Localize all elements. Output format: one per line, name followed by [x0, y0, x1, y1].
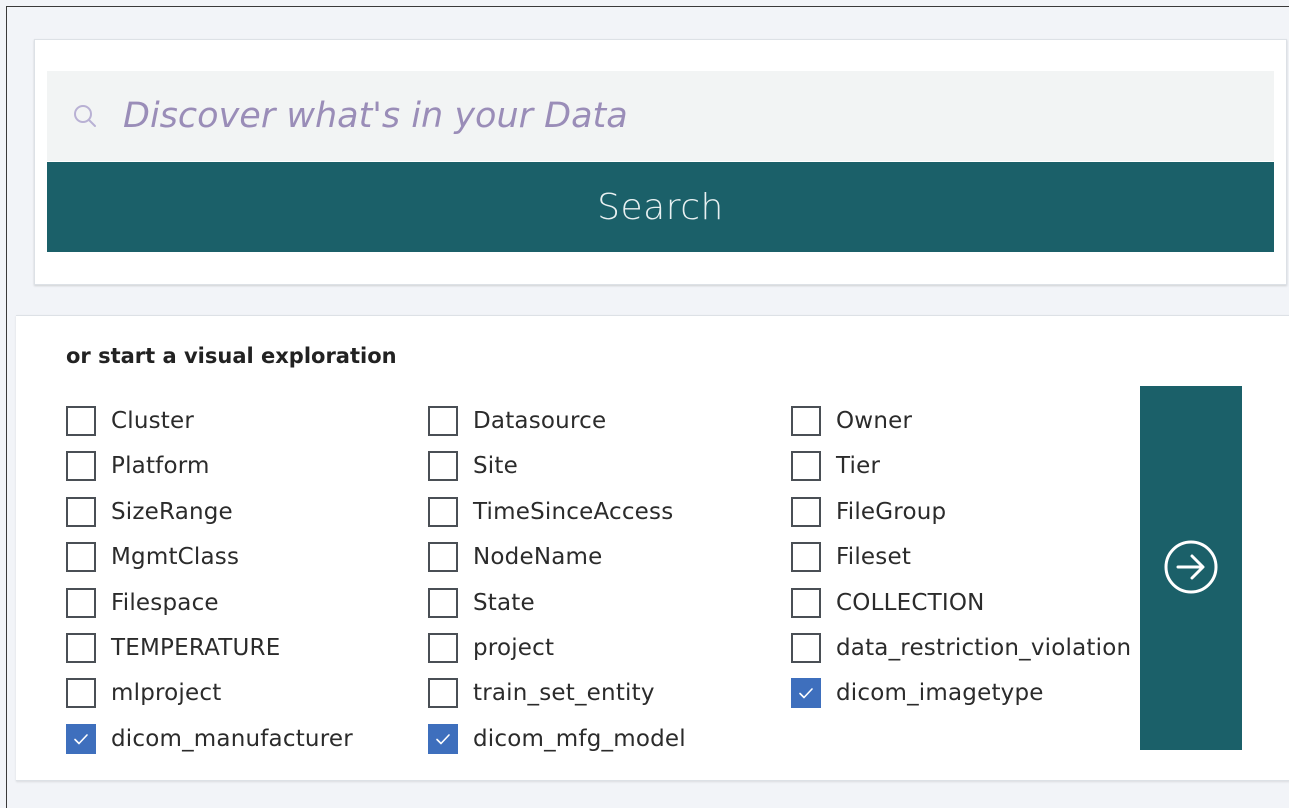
- checkbox-unchecked[interactable]: [791, 496, 821, 527]
- facet-checkbox-item[interactable]: train_set_entity: [428, 676, 655, 710]
- facet-checkbox-label: MgmtClass: [111, 544, 240, 571]
- checkbox-unchecked[interactable]: [66, 496, 96, 527]
- checkbox-unchecked[interactable]: [66, 633, 96, 663]
- facet-checkbox-label: dicom_manufacturer: [111, 725, 353, 752]
- facet-checkbox-item[interactable]: Platform: [66, 449, 210, 483]
- search-bar[interactable]: [47, 71, 1274, 161]
- checkbox-unchecked[interactable]: [791, 406, 821, 436]
- exploration-title: or start a visual exploration: [66, 344, 397, 368]
- facet-checkbox-label: project: [473, 635, 555, 661]
- facet-checkbox-label: NodeName: [473, 544, 603, 571]
- checkbox-unchecked[interactable]: [428, 587, 458, 618]
- facet-checkbox-label: Fileset: [836, 544, 912, 571]
- facet-checkbox-item[interactable]: Datasource: [428, 404, 606, 438]
- checkbox-unchecked[interactable]: [66, 542, 96, 573]
- facet-checkbox-item[interactable]: FileGroup: [791, 495, 946, 529]
- facet-checkbox-label: Owner: [836, 408, 913, 434]
- facet-checkbox-item[interactable]: Filespace: [66, 586, 219, 620]
- checkbox-unchecked[interactable]: [66, 406, 96, 436]
- checkbox-unchecked[interactable]: [428, 678, 458, 709]
- search-card: Search: [34, 39, 1287, 285]
- facet-checkbox-item[interactable]: Fileset: [791, 540, 911, 574]
- facet-checkbox-label: dicom_imagetype: [836, 680, 1044, 707]
- facet-checkbox-label: SizeRange: [111, 498, 233, 525]
- checkmark-icon: [799, 688, 813, 699]
- facet-checkbox-label: TimeSinceAccess: [473, 498, 674, 525]
- visual-exploration-card: or start a visual exploration Cluster Pla…: [16, 315, 1289, 781]
- facet-checkbox-label: FileGroup: [836, 498, 947, 525]
- checkbox-unchecked[interactable]: [66, 678, 96, 709]
- facet-checkbox-item[interactable]: data_restriction_violation: [791, 631, 1131, 665]
- checkbox-unchecked[interactable]: [66, 587, 96, 618]
- search-input[interactable]: [123, 89, 1243, 143]
- facet-checkbox-item[interactable]: dicom_imagetype: [791, 676, 1044, 710]
- start-exploration-button[interactable]: [1140, 386, 1242, 750]
- facet-checkbox-label: data_restriction_violation: [836, 635, 1132, 661]
- facet-checkbox-item[interactable]: dicom_mfg_model: [428, 722, 686, 756]
- facet-checkbox-label: Cluster: [111, 408, 195, 434]
- facet-checkbox-label: dicom_mfg_model: [473, 725, 686, 752]
- facet-checkbox-item[interactable]: Site: [428, 449, 518, 483]
- checkbox-unchecked[interactable]: [791, 587, 821, 618]
- checkbox-checked[interactable]: [66, 723, 96, 754]
- checkmark-icon: [74, 733, 88, 745]
- facet-checkbox-label: State: [473, 589, 535, 616]
- facet-checkbox-item[interactable]: MgmtClass: [66, 540, 239, 574]
- facet-checkbox-label: Filespace: [111, 589, 219, 616]
- facet-checkbox-item[interactable]: TimeSinceAccess: [428, 495, 673, 529]
- facet-checkbox-label: Tier: [836, 453, 881, 480]
- facet-checkbox-item[interactable]: COLLECTION: [791, 586, 985, 620]
- checkmark-icon: [436, 733, 450, 745]
- facet-checkbox-item[interactable]: dicom_manufacturer: [66, 722, 353, 756]
- facet-checkbox-item[interactable]: State: [428, 586, 535, 620]
- checkbox-unchecked[interactable]: [428, 542, 458, 573]
- checkbox-unchecked[interactable]: [428, 451, 458, 482]
- checkbox-checked[interactable]: [791, 678, 821, 709]
- facet-checkbox-item[interactable]: NodeName: [428, 540, 602, 574]
- facet-checkbox-label: Datasource: [473, 408, 607, 434]
- search-button[interactable]: Search: [47, 162, 1274, 252]
- checkbox-unchecked[interactable]: [791, 633, 821, 663]
- facet-checkbox-item[interactable]: Owner: [791, 404, 912, 438]
- arrow-right-circle-icon: [1162, 538, 1220, 599]
- facet-checkbox-label: COLLECTION: [836, 589, 985, 616]
- facet-checkbox-label: mlproject: [111, 680, 222, 707]
- checkbox-unchecked[interactable]: [428, 406, 458, 436]
- facet-checkbox-label: Site: [473, 453, 518, 480]
- facet-checkbox-item[interactable]: Tier: [791, 449, 880, 483]
- facet-checkbox-item[interactable]: mlproject: [66, 676, 221, 710]
- checkbox-unchecked[interactable]: [428, 496, 458, 527]
- facet-checkbox-label: train_set_entity: [473, 680, 655, 707]
- app-frame: Search or start a visual exploration Clu…: [6, 6, 1289, 808]
- checkbox-unchecked[interactable]: [428, 633, 458, 663]
- checkbox-unchecked[interactable]: [791, 451, 821, 482]
- checkbox-unchecked[interactable]: [791, 542, 821, 573]
- facet-checkbox-item[interactable]: TEMPERATURE: [66, 631, 280, 665]
- checkbox-unchecked[interactable]: [66, 451, 96, 482]
- facet-checkbox-label: TEMPERATURE: [111, 635, 281, 661]
- facet-checkbox-item[interactable]: SizeRange: [66, 495, 233, 529]
- search-icon: [70, 101, 100, 131]
- facet-checkbox-label: Platform: [111, 453, 210, 480]
- facet-checkbox-item[interactable]: Cluster: [66, 404, 194, 438]
- checkbox-checked[interactable]: [428, 723, 458, 754]
- facet-checkbox-item[interactable]: project: [428, 631, 554, 665]
